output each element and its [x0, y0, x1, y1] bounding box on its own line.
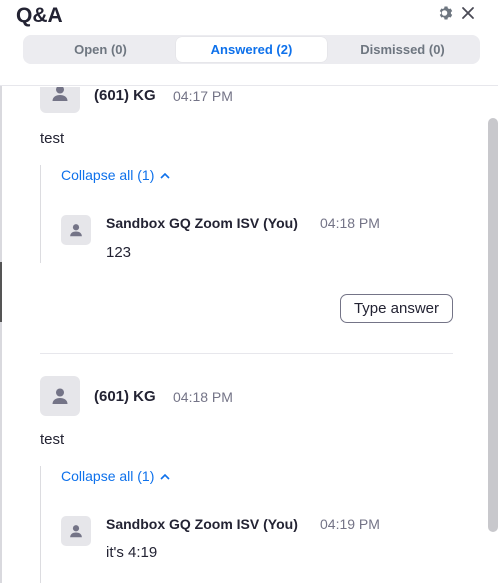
question-author: (601) KG — [94, 87, 156, 104]
question-time: 04:18 PM — [173, 389, 233, 405]
user-icon — [52, 87, 68, 101]
avatar — [40, 376, 80, 416]
collapse-label: Collapse all (1) — [61, 468, 155, 484]
chevron-up-icon — [160, 473, 170, 480]
answer-author: Sandbox GQ Zoom ISV (You) — [106, 215, 298, 231]
gear-icon[interactable] — [437, 4, 455, 22]
answer-time: 04:19 PM — [320, 516, 380, 532]
user-icon — [52, 388, 68, 404]
qa-tabs: Open (0) Answered (2) Dismissed (0) — [23, 35, 480, 64]
answer-text: it's 4:19 — [106, 544, 158, 561]
avatar — [61, 516, 91, 546]
tab-open[interactable]: Open (0) — [25, 37, 176, 62]
avatar — [40, 87, 80, 113]
qa-header: Q&A Open (0) Answered (2) Dismissed (0) — [0, 0, 498, 86]
user-icon — [70, 525, 82, 538]
collapse-label: Collapse all (1) — [61, 167, 155, 183]
chevron-up-icon — [160, 172, 170, 179]
question-divider — [40, 353, 453, 354]
question-text: test — [40, 130, 65, 147]
user-icon — [70, 224, 82, 237]
panel-title: Q&A — [16, 4, 63, 27]
thread-line — [40, 466, 41, 583]
answer-time: 04:18 PM — [320, 215, 380, 231]
close-icon[interactable] — [459, 4, 477, 22]
scrollbar-thumb[interactable] — [488, 118, 498, 532]
type-answer-button[interactable]: Type answer — [340, 294, 453, 323]
collapse-all-link[interactable]: Collapse all (1) — [61, 468, 170, 484]
tab-dismissed[interactable]: Dismissed (0) — [327, 37, 478, 62]
answer-text: 123 — [106, 244, 132, 261]
tab-answered[interactable]: Answered (2) — [176, 37, 327, 62]
question-author: (601) KG — [94, 388, 156, 405]
question-text: test — [40, 431, 65, 448]
thread-line — [40, 165, 41, 263]
answer-author: Sandbox GQ Zoom ISV (You) — [106, 516, 298, 532]
collapse-all-link[interactable]: Collapse all (1) — [61, 167, 170, 183]
avatar — [61, 215, 91, 245]
question-time: 04:17 PM — [173, 88, 233, 104]
question-list[interactable]: (601) KG 04:17 PM test Collapse all (1) … — [0, 87, 498, 583]
